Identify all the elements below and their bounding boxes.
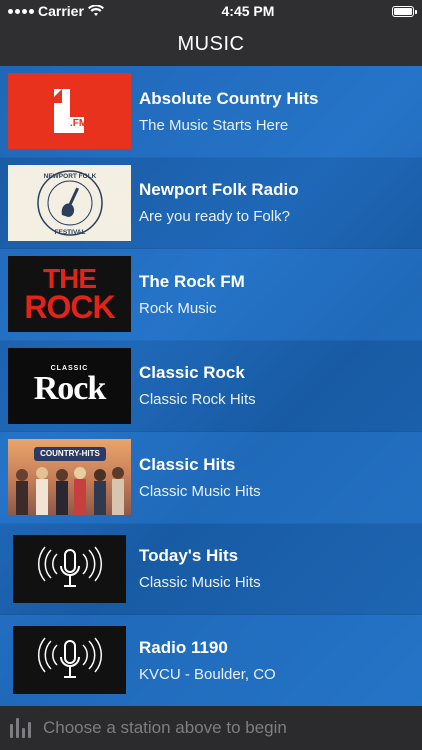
station-name: Newport Folk Radio bbox=[139, 180, 299, 200]
status-left: Carrier bbox=[8, 3, 104, 19]
station-text: The Rock FM Rock Music bbox=[139, 272, 245, 317]
microphone-icon bbox=[37, 546, 102, 587]
signal-icon bbox=[8, 8, 34, 14]
station-row[interactable]: CLASSIC Rock Classic Rock Classic Rock H… bbox=[0, 340, 422, 432]
newport-folk-logo: NEWPORT FOLK FESTIVAL bbox=[36, 170, 103, 236]
station-logo: CLASSIC Rock bbox=[8, 347, 131, 424]
station-desc: Classic Rock Hits bbox=[139, 391, 256, 409]
station-name: Classic Hits bbox=[139, 454, 236, 474]
station-desc: Rock Music bbox=[139, 299, 217, 317]
station-row[interactable]: NEWPORT FOLK FESTIVAL Newport Folk Radio… bbox=[0, 157, 422, 249]
station-desc: The Music Starts Here bbox=[139, 116, 289, 134]
station-desc: Classic Music Hits bbox=[139, 574, 261, 592]
status-time: 4:45 PM bbox=[221, 3, 275, 19]
station-row[interactable]: COUNTRY-HITS Classic Hits Classic Music … bbox=[0, 432, 422, 524]
wifi-icon bbox=[87, 5, 104, 16]
station-list[interactable]: .FM 1 Absolute Country Hits The Music St… bbox=[0, 66, 422, 706]
station-name: Radio 1190 bbox=[139, 637, 228, 657]
band-photo bbox=[16, 467, 124, 516]
station-text: Today's Hits Classic Music Hits bbox=[139, 546, 261, 591]
station-desc: Classic Music Hits bbox=[139, 482, 261, 500]
player-bar[interactable]: Choose a station above to begin bbox=[0, 706, 422, 750]
station-text: Classic Hits Classic Music Hits bbox=[139, 455, 261, 500]
station-logo: .FM 1 bbox=[8, 73, 131, 150]
station-row[interactable]: Radio 1190 KVCU - Boulder, CO bbox=[0, 615, 422, 706]
player-prompt: Choose a station above to begin bbox=[43, 718, 287, 737]
station-desc: Are you ready to Folk? bbox=[139, 208, 290, 226]
station-row[interactable]: THE ROCK The Rock FM Rock Music bbox=[0, 249, 422, 341]
station-name: Absolute Country Hits bbox=[139, 88, 319, 108]
status-bar: Carrier 4:45 PM bbox=[0, 0, 422, 22]
equalizer-icon bbox=[10, 718, 31, 738]
station-name: The Rock FM bbox=[139, 271, 245, 291]
station-text: Newport Folk Radio Are you ready to Folk… bbox=[139, 180, 299, 225]
logo-sub-text: Rock bbox=[33, 370, 107, 408]
station-text: Radio 1190 KVCU - Boulder, CO bbox=[139, 638, 276, 683]
station-text: Absolute Country Hits The Music Starts H… bbox=[139, 89, 318, 134]
station-logo: COUNTRY-HITS bbox=[8, 439, 131, 516]
station-logo bbox=[13, 626, 126, 695]
microphone-icon bbox=[37, 637, 102, 679]
station-row[interactable]: .FM 1 Absolute Country Hits The Music St… bbox=[0, 66, 422, 158]
1fm-logo bbox=[53, 89, 84, 134]
station-text: Classic Rock Classic Rock Hits bbox=[139, 363, 256, 408]
logo-text: THE bbox=[43, 262, 97, 294]
logo-text: NEWPORT FOLK bbox=[43, 173, 96, 180]
logo-sub-text: ROCK bbox=[24, 289, 115, 326]
page-title: MUSIC bbox=[177, 32, 245, 55]
station-logo bbox=[13, 534, 126, 603]
station-desc: KVCU - Boulder, CO bbox=[139, 665, 276, 683]
station-logo: THE ROCK bbox=[8, 256, 131, 333]
carrier-label: Carrier bbox=[38, 3, 84, 19]
station-row[interactable]: Today's Hits Classic Music Hits bbox=[0, 523, 422, 615]
logo-sub-text: FESTIVAL bbox=[54, 229, 85, 236]
station-name: Today's Hits bbox=[139, 546, 239, 566]
logo-sub-text: .FM bbox=[70, 118, 88, 130]
battery-icon bbox=[392, 5, 417, 17]
logo-text: COUNTRY-HITS bbox=[34, 447, 106, 462]
station-name: Classic Rock bbox=[139, 363, 245, 383]
station-logo: NEWPORT FOLK FESTIVAL bbox=[8, 164, 131, 241]
nav-bar: MUSIC bbox=[0, 22, 422, 66]
